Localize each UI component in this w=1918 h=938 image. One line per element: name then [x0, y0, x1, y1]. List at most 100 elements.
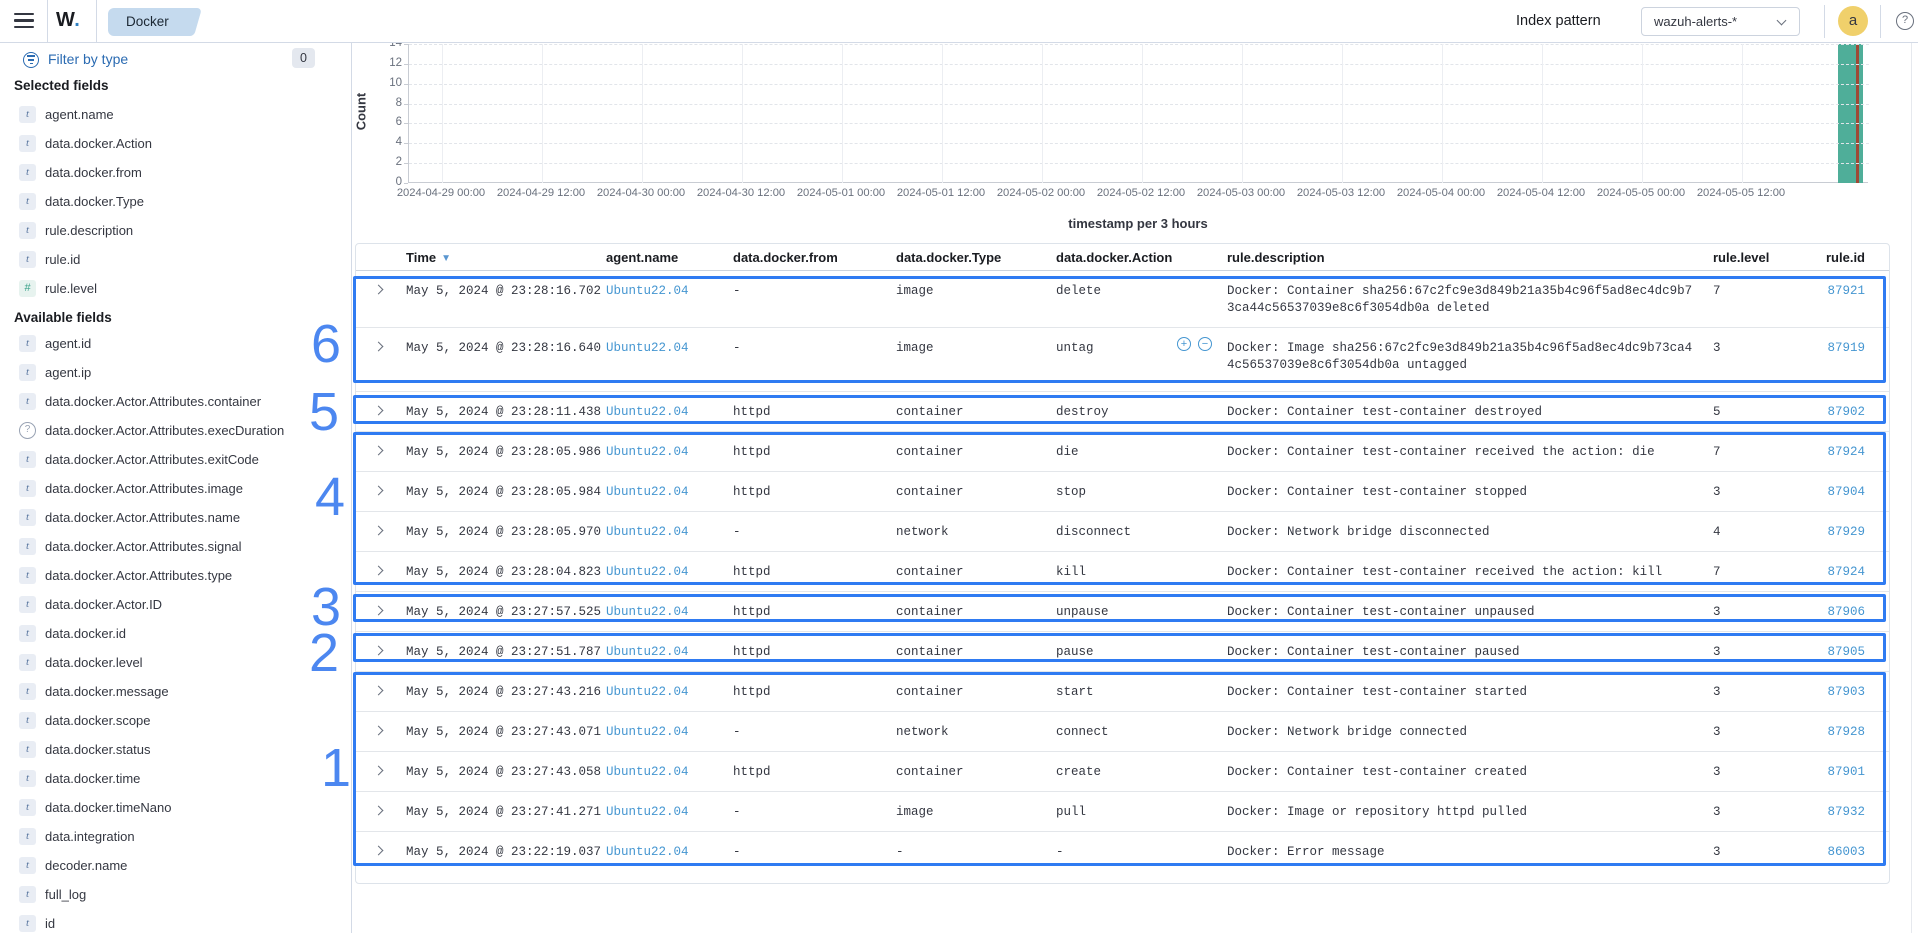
cell-rule-id[interactable]: 86003 [1820, 832, 1891, 861]
expand-toggle[interactable] [356, 792, 401, 814]
table-row: May 5, 2024 @ 23:28:05.984Ubuntu22.04htt… [356, 472, 1889, 512]
sidebar-field-data.docker.Actor.Attributes.exitCode[interactable]: tdata.docker.Actor.Attributes.exitCode [0, 445, 352, 474]
sidebar-field-agent.ip[interactable]: tagent.ip [0, 358, 352, 387]
sidebar-field-data.docker.Type[interactable]: tdata.docker.Type [0, 187, 352, 216]
cell-docker-from: httpd [728, 752, 891, 781]
sidebar-field-data.docker.Actor.Attributes.signal[interactable]: tdata.docker.Actor.Attributes.signal [0, 532, 352, 561]
cell-agent-name[interactable]: Ubuntu22.04 [601, 271, 728, 300]
column-header-data.docker.Type[interactable]: data.docker.Type [891, 250, 1051, 265]
cell-rule-id[interactable]: 87919 [1820, 328, 1891, 357]
sidebar-field-data.docker.Actor.Attributes.container[interactable]: tdata.docker.Actor.Attributes.container [0, 387, 352, 416]
expand-toggle[interactable] [356, 432, 401, 454]
cell-agent-name[interactable]: Ubuntu22.04 [601, 328, 728, 357]
sidebar-field-data.integration[interactable]: tdata.integration [0, 822, 352, 851]
expand-toggle[interactable] [356, 712, 401, 734]
cell-rule-id[interactable]: 87903 [1820, 672, 1891, 701]
expand-toggle[interactable] [356, 672, 401, 694]
cell-rule-id[interactable]: 87924 [1820, 552, 1891, 581]
sidebar-field-data.docker.Actor.Attributes.execDuration[interactable]: ?data.docker.Actor.Attributes.execDurati… [0, 416, 352, 445]
expand-toggle[interactable] [356, 592, 401, 614]
histogram-bar[interactable] [1838, 44, 1863, 183]
cell-docker-from: httpd [728, 592, 891, 621]
help-icon[interactable]: ? [1896, 12, 1914, 30]
sidebar-field-decoder.name[interactable]: tdecoder.name [0, 851, 352, 880]
documents-table: Time▼agent.namedata.docker.fromdata.dock… [355, 243, 1890, 884]
cell-rule-id[interactable]: 87901 [1820, 752, 1891, 781]
sidebar-field-rule.level[interactable]: #rule.level [0, 274, 352, 303]
menu-hamburger-icon[interactable] [14, 13, 34, 29]
expand-toggle[interactable] [356, 832, 401, 854]
cell-agent-name[interactable]: Ubuntu22.04 [601, 552, 728, 581]
cell-rule-id[interactable]: 87932 [1820, 792, 1891, 821]
cell-agent-name[interactable]: Ubuntu22.04 [601, 832, 728, 861]
sidebar-field-data.docker.message[interactable]: tdata.docker.message [0, 677, 352, 706]
column-header-rule.id[interactable]: rule.id [1820, 250, 1891, 265]
cell-rule-id[interactable]: 87905 [1820, 632, 1891, 661]
sidebar-field-data.docker.Actor.Attributes.name[interactable]: tdata.docker.Actor.Attributes.name [0, 503, 352, 532]
events-histogram[interactable] [408, 44, 1868, 183]
cell-rule-id[interactable]: 87924 [1820, 432, 1891, 461]
sidebar-field-full_log[interactable]: tfull_log [0, 880, 352, 909]
cell-agent-name[interactable]: Ubuntu22.04 [601, 792, 728, 821]
y-gridline [409, 84, 1869, 85]
sort-desc-icon[interactable]: ▼ [441, 253, 451, 264]
sidebar-field-agent.id[interactable]: tagent.id [0, 329, 352, 358]
sidebar-field-data.docker.Actor.Attributes.type[interactable]: tdata.docker.Actor.Attributes.type [0, 561, 352, 590]
column-header-rule.description[interactable]: rule.description [1222, 250, 1708, 265]
column-header-Time[interactable]: Time▼ [401, 250, 601, 265]
sidebar-field-id[interactable]: tid [0, 909, 352, 938]
sidebar-field-data.docker.level[interactable]: tdata.docker.level [0, 648, 352, 677]
sidebar-field-data.docker.timeNano[interactable]: tdata.docker.timeNano [0, 793, 352, 822]
sidebar-field-data.docker.from[interactable]: tdata.docker.from [0, 158, 352, 187]
cell-agent-name[interactable]: Ubuntu22.04 [601, 592, 728, 621]
navbar-divider [1880, 5, 1881, 38]
field-name-label: data.docker.Actor.Attributes.execDuratio… [45, 423, 284, 438]
expand-toggle[interactable] [356, 512, 401, 534]
filter-for-value-icon[interactable]: + [1177, 337, 1191, 351]
sidebar-field-data.docker.Action[interactable]: tdata.docker.Action [0, 129, 352, 158]
expand-toggle[interactable] [356, 632, 401, 654]
sidebar-field-data.docker.scope[interactable]: tdata.docker.scope [0, 706, 352, 735]
column-header-rule.level[interactable]: rule.level [1708, 250, 1820, 265]
filter-by-type[interactable]: Filter by type 0 [0, 47, 352, 73]
sidebar-field-data.docker.time[interactable]: tdata.docker.time [0, 764, 352, 793]
cell-rule-description: Docker: Container test-container created [1222, 752, 1708, 781]
cell-agent-name[interactable]: Ubuntu22.04 [601, 512, 728, 541]
y-tick-label: 6 [368, 116, 402, 128]
column-header-data.docker.Action[interactable]: data.docker.Action [1051, 250, 1222, 265]
cell-rule-id[interactable]: 87928 [1820, 712, 1891, 741]
expand-toggle[interactable] [356, 752, 401, 774]
expand-toggle[interactable] [356, 552, 401, 574]
user-avatar[interactable]: a [1838, 6, 1868, 36]
cell-agent-name[interactable]: Ubuntu22.04 [601, 712, 728, 741]
cell-agent-name[interactable]: Ubuntu22.04 [601, 672, 728, 701]
cell-agent-name[interactable]: Ubuntu22.04 [601, 632, 728, 661]
cell-rule-id[interactable]: 87921 [1820, 271, 1891, 300]
cell-agent-name[interactable]: Ubuntu22.04 [601, 472, 728, 501]
text-field-icon: t [19, 886, 36, 903]
wazuh-logo[interactable]: W. [56, 9, 80, 32]
cell-rule-id[interactable]: 87906 [1820, 592, 1891, 621]
tab-docker[interactable]: Docker [108, 8, 189, 36]
cell-agent-name[interactable]: Ubuntu22.04 [601, 392, 728, 421]
cell-agent-name[interactable]: Ubuntu22.04 [601, 752, 728, 781]
sidebar-field-rule.description[interactable]: trule.description [0, 216, 352, 245]
sidebar-field-rule.id[interactable]: trule.id [0, 245, 352, 274]
expand-toggle[interactable] [356, 328, 401, 350]
filter-out-value-icon[interactable]: − [1198, 337, 1212, 351]
cell-agent-name[interactable]: Ubuntu22.04 [601, 432, 728, 461]
expand-toggle[interactable] [356, 472, 401, 494]
cell-rule-id[interactable]: 87904 [1820, 472, 1891, 501]
cell-rule-id[interactable]: 87902 [1820, 392, 1891, 421]
column-header-agent.name[interactable]: agent.name [601, 250, 728, 265]
sidebar-field-agent.name[interactable]: tagent.name [0, 100, 352, 129]
cell-rule-id[interactable]: 87929 [1820, 512, 1891, 541]
sidebar-field-data.docker.id[interactable]: tdata.docker.id [0, 619, 352, 648]
sidebar-field-data.docker.Actor.Attributes.image[interactable]: tdata.docker.Actor.Attributes.image [0, 474, 352, 503]
expand-toggle[interactable] [356, 271, 401, 293]
index-pattern-select[interactable]: wazuh-alerts-* [1641, 7, 1800, 36]
expand-toggle[interactable] [356, 392, 401, 414]
column-header-data.docker.from[interactable]: data.docker.from [728, 250, 891, 265]
sidebar-field-data.docker.Actor.ID[interactable]: tdata.docker.Actor.ID [0, 590, 352, 619]
sidebar-field-data.docker.status[interactable]: tdata.docker.status [0, 735, 352, 764]
